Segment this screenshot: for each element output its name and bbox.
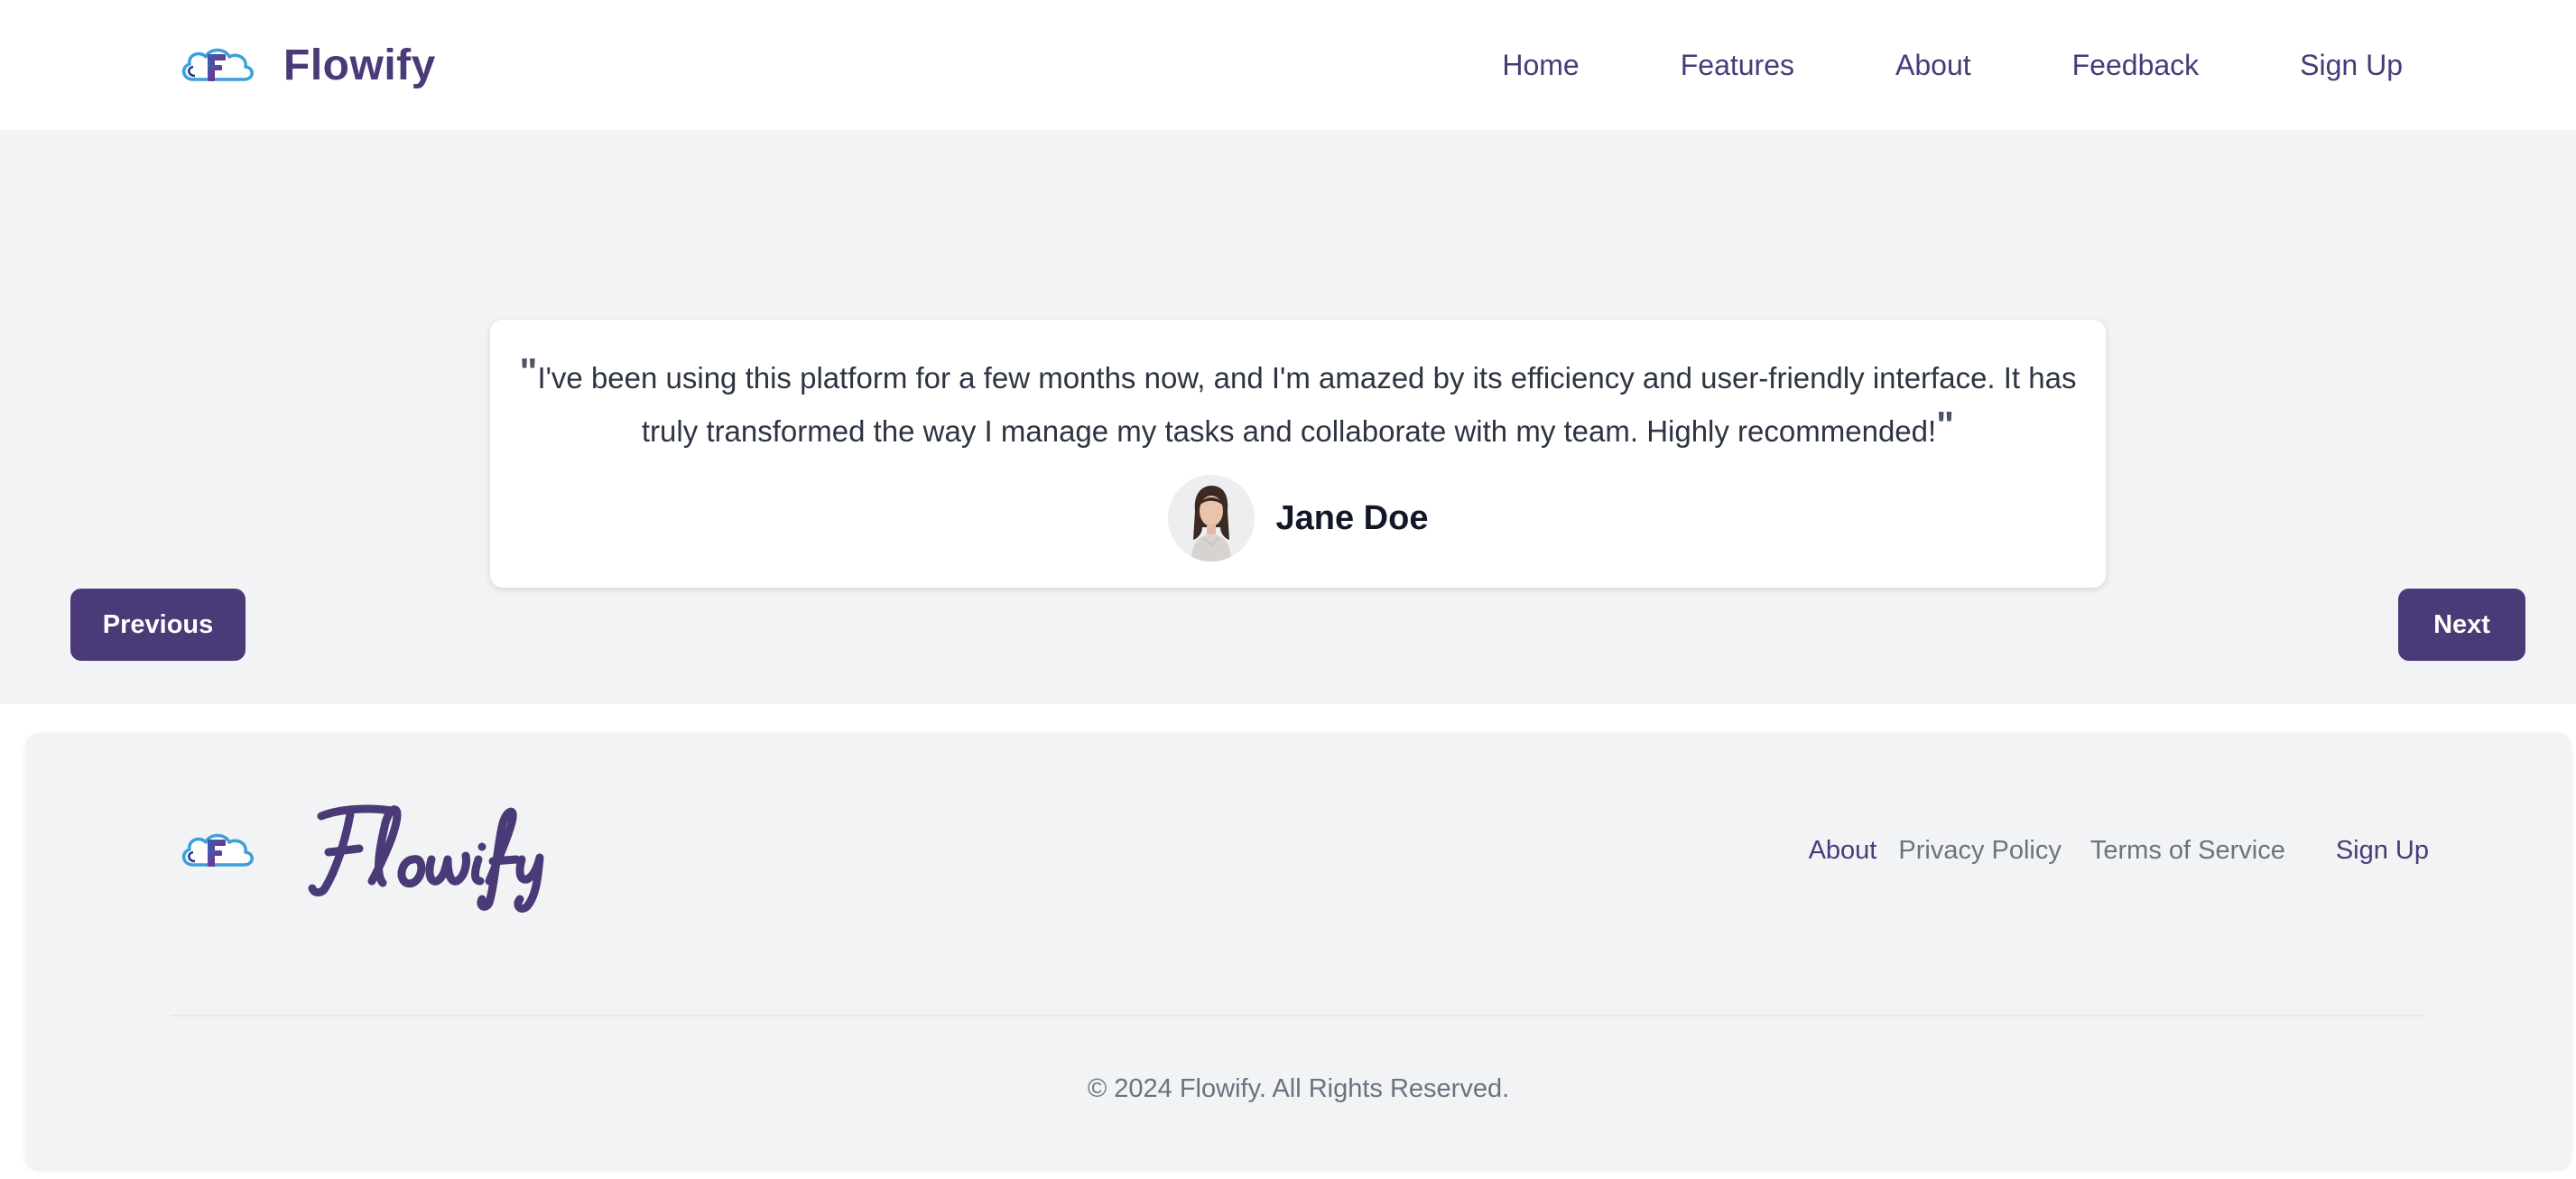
cloud-logo-icon bbox=[181, 48, 254, 81]
close-quote-mark: " bbox=[1936, 404, 1955, 446]
main-nav: Home Features About Feedback Sign Up bbox=[1502, 36, 2403, 94]
footer-signup-link[interactable]: Sign Up bbox=[2336, 836, 2429, 866]
footer-nav: About Privacy Policy Terms of Service Si… bbox=[1809, 832, 2429, 868]
nav-features-link[interactable]: Features bbox=[1681, 49, 1794, 82]
site-header: Flowify Home Features About Feedback Sig… bbox=[0, 0, 2576, 130]
testimonial-author: Jane Doe bbox=[517, 475, 2079, 562]
testimonial-text: I've been using this platform for a few … bbox=[537, 361, 2077, 448]
footer-divider bbox=[171, 1015, 2425, 1017]
site-footer: About Privacy Policy Terms of Service Si… bbox=[26, 733, 2571, 1168]
footer-about-link[interactable]: About bbox=[1809, 836, 1877, 866]
next-button[interactable]: Next bbox=[2398, 589, 2525, 661]
testimonial-section: "I've been using this platform for a few… bbox=[0, 130, 2576, 704]
user-avatar-icon bbox=[1167, 475, 1255, 562]
nav-about-link[interactable]: About bbox=[1895, 49, 1971, 82]
nav-feedback-link[interactable]: Feedback bbox=[2072, 49, 2200, 82]
testimonial-quote: "I've been using this platform for a few… bbox=[517, 350, 2079, 457]
open-quote-mark: " bbox=[519, 350, 538, 393]
brand[interactable]: Flowify bbox=[177, 36, 436, 94]
footer-script-wordmark-logo bbox=[308, 804, 544, 913]
author-name: Jane Doe bbox=[1275, 498, 1429, 537]
nav-home-link[interactable]: Home bbox=[1502, 49, 1579, 82]
footer-privacy-policy-link[interactable]: Privacy Policy bbox=[1898, 836, 2062, 866]
testimonial-card: "I've been using this platform for a few… bbox=[490, 320, 2106, 588]
previous-button[interactable]: Previous bbox=[70, 589, 246, 661]
footer-brand[interactable] bbox=[177, 787, 556, 914]
nav-signup-link[interactable]: Sign Up bbox=[2300, 49, 2403, 82]
copyright-text: © 2024 Flowify. All Rights Reserved. bbox=[1087, 1074, 1510, 1103]
brand-name: Flowify bbox=[283, 41, 436, 89]
footer-terms-link[interactable]: Terms of Service bbox=[2090, 836, 2285, 866]
footer-cloud-logo-icon bbox=[181, 833, 254, 867]
